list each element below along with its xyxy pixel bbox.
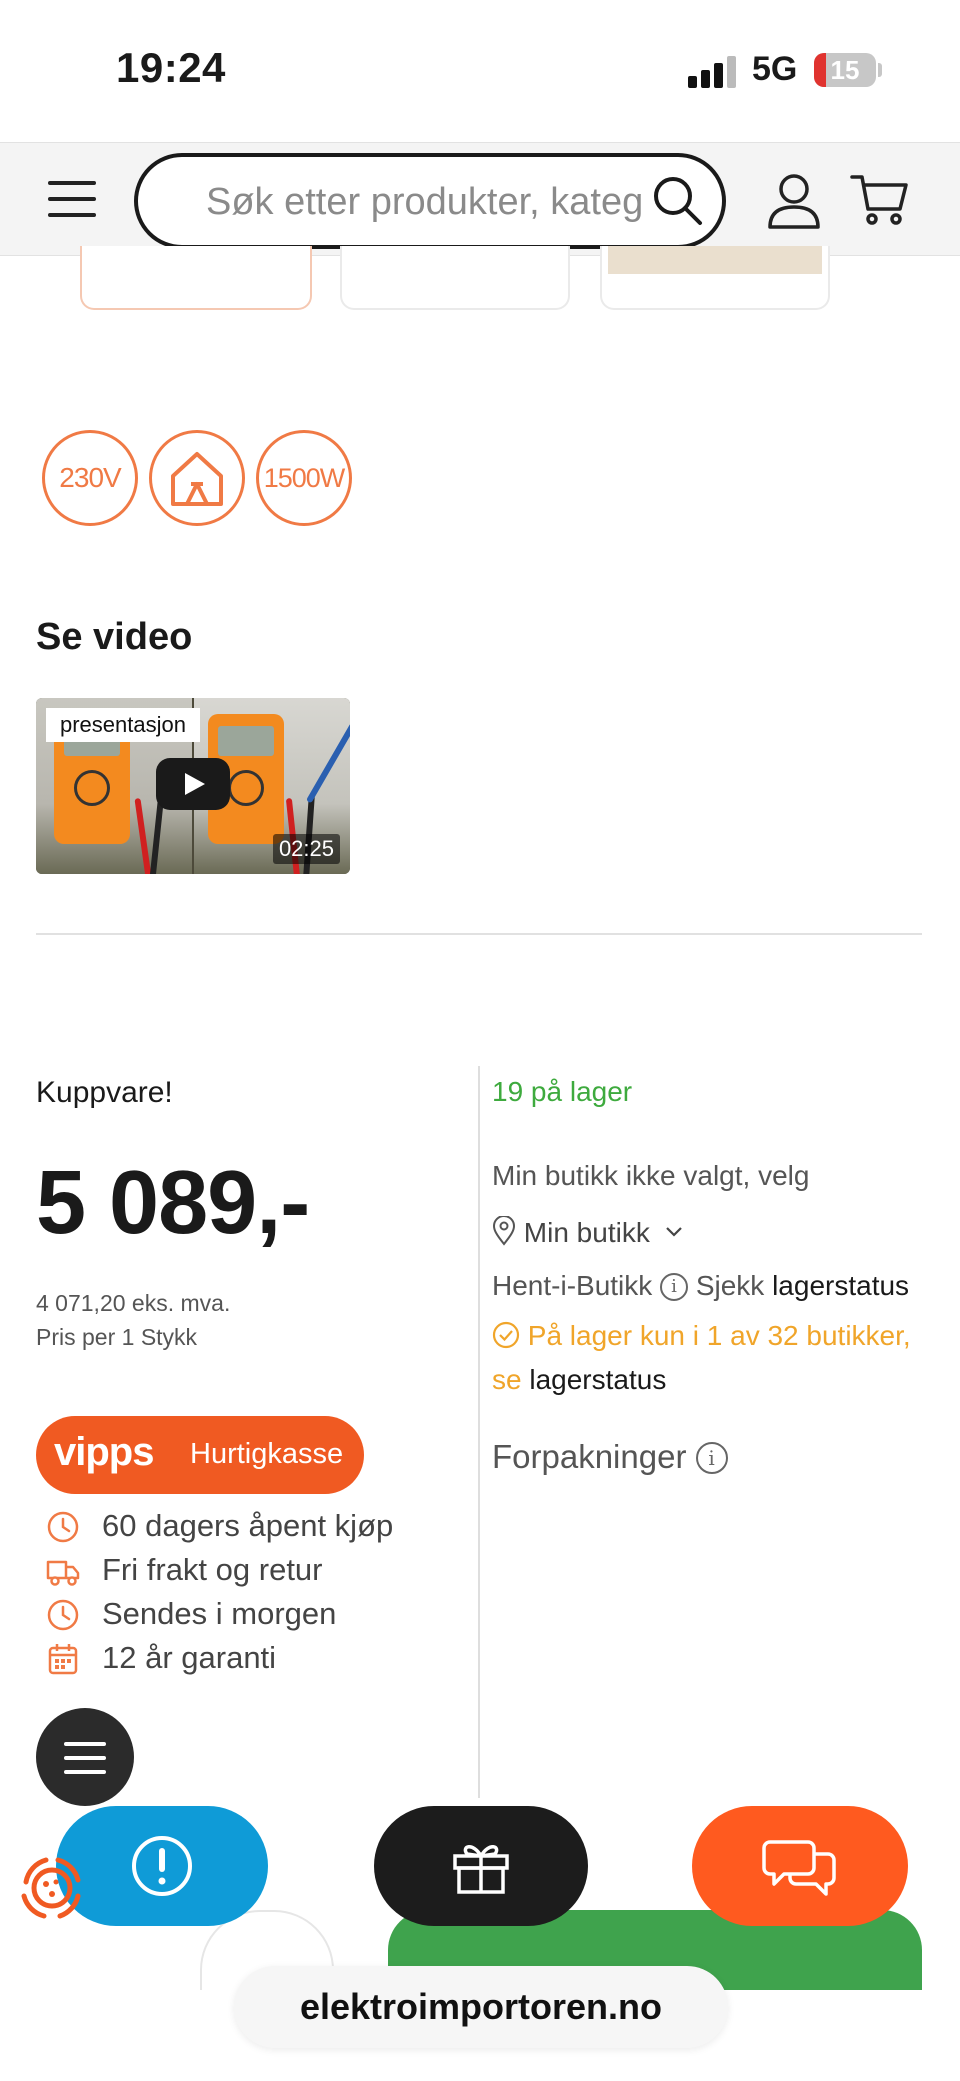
usp-text: Fri frakt og retur	[102, 1552, 323, 1587]
gift-icon	[453, 1845, 509, 1894]
check-circle-icon	[492, 1321, 520, 1349]
search-input[interactable]: Søk etter produkter, kateg	[134, 153, 726, 249]
price-per-unit: Pris per 1 Stykk	[36, 1324, 198, 1350]
my-store-label: Min butikk	[523, 1217, 650, 1248]
info-icon[interactable]: i	[660, 1273, 689, 1301]
video-heading: Se video	[36, 616, 193, 658]
battery-icon: 15	[814, 53, 876, 87]
packaging-label: Forpakninger	[492, 1438, 687, 1475]
video-thumbnail[interactable]: presentasjon 02:25	[36, 698, 350, 874]
menu-icon[interactable]	[48, 179, 96, 219]
search-placeholder: Søk etter produkter, kateg	[206, 181, 644, 223]
clock-icon	[47, 1599, 79, 1631]
calendar-icon	[48, 1644, 78, 1675]
stock-count: 19 på lager	[492, 1076, 633, 1107]
product-thumbnail[interactable]	[340, 246, 570, 310]
battery-tip	[878, 63, 882, 77]
my-store-selector[interactable]: Min butikk	[492, 1215, 684, 1249]
gift-button[interactable]	[374, 1806, 588, 1926]
video-label: presentasjon	[46, 708, 200, 742]
badge-230v: 230V	[42, 430, 138, 526]
product-thumbnail[interactable]	[600, 246, 830, 310]
browser-url-bar[interactable]: elektroimportoren.no	[234, 1966, 728, 2048]
battery-level: 15	[830, 55, 860, 85]
usp-text: Sendes i morgen	[102, 1596, 337, 1631]
product-thumbnail[interactable]	[80, 246, 312, 310]
column-divider	[478, 1066, 480, 1798]
vipps-checkout-button[interactable]: vipps Hurtigkasse	[36, 1416, 364, 1494]
store-not-selected[interactable]: Min butikk ikke valgt, velg	[492, 1160, 809, 1192]
video-duration: 02:25	[272, 834, 340, 864]
user-icon[interactable]	[766, 171, 822, 231]
pickup-label: Hent-i-Butikk	[492, 1270, 653, 1301]
chat-icon	[762, 1840, 836, 1896]
check-label: Sjekk	[695, 1270, 765, 1301]
deal-label: Kuppvare!	[36, 1076, 173, 1109]
location-pin-icon	[492, 1215, 516, 1246]
indoor-use-icon	[149, 430, 245, 526]
packaging-info: Forpakninger i	[492, 1438, 728, 1476]
availability-info: På lager kun i 1 av 32 butikker, se lage…	[492, 1314, 932, 1402]
stock-status-link[interactable]: lagerstatus	[772, 1270, 909, 1301]
vipps-label: Hurtigkasse	[190, 1438, 344, 1470]
price-ex-vat: 4 071,20 eks. mva.	[36, 1290, 231, 1316]
play-icon[interactable]	[156, 758, 230, 810]
signal-icon	[688, 54, 736, 88]
cart-icon[interactable]	[850, 169, 910, 229]
badge-1500w: 1500W	[256, 430, 352, 526]
chat-button[interactable]	[692, 1806, 908, 1926]
chevron-down-icon	[665, 1227, 682, 1237]
availability-link[interactable]: lagerstatus	[529, 1364, 666, 1395]
price: 5 089,-	[36, 1153, 310, 1253]
status-time: 19:24	[116, 44, 226, 91]
truck-icon	[46, 1560, 80, 1586]
vipps-logo: vipps	[54, 1430, 154, 1474]
search-icon[interactable]	[648, 171, 708, 231]
site-header: Søk etter produkter, kateg	[0, 142, 960, 256]
cookie-settings-icon[interactable]	[16, 1852, 88, 1924]
info-icon[interactable]: i	[695, 1442, 728, 1474]
usp-text: 12 år garanti	[102, 1640, 277, 1675]
section-divider	[36, 933, 922, 935]
pickup-in-store: Hent-i-Butikk i Sjekk lagerstatus	[492, 1270, 909, 1302]
house-icon	[171, 452, 223, 506]
usp-text: 60 dagers åpent kjøp	[102, 1508, 394, 1543]
clock-icon	[47, 1511, 79, 1543]
status-bar: 19:24 5G 15	[0, 0, 960, 142]
network-type: 5G	[752, 50, 798, 88]
alert-icon	[132, 1836, 192, 1896]
floating-menu-button[interactable]	[36, 1708, 134, 1806]
